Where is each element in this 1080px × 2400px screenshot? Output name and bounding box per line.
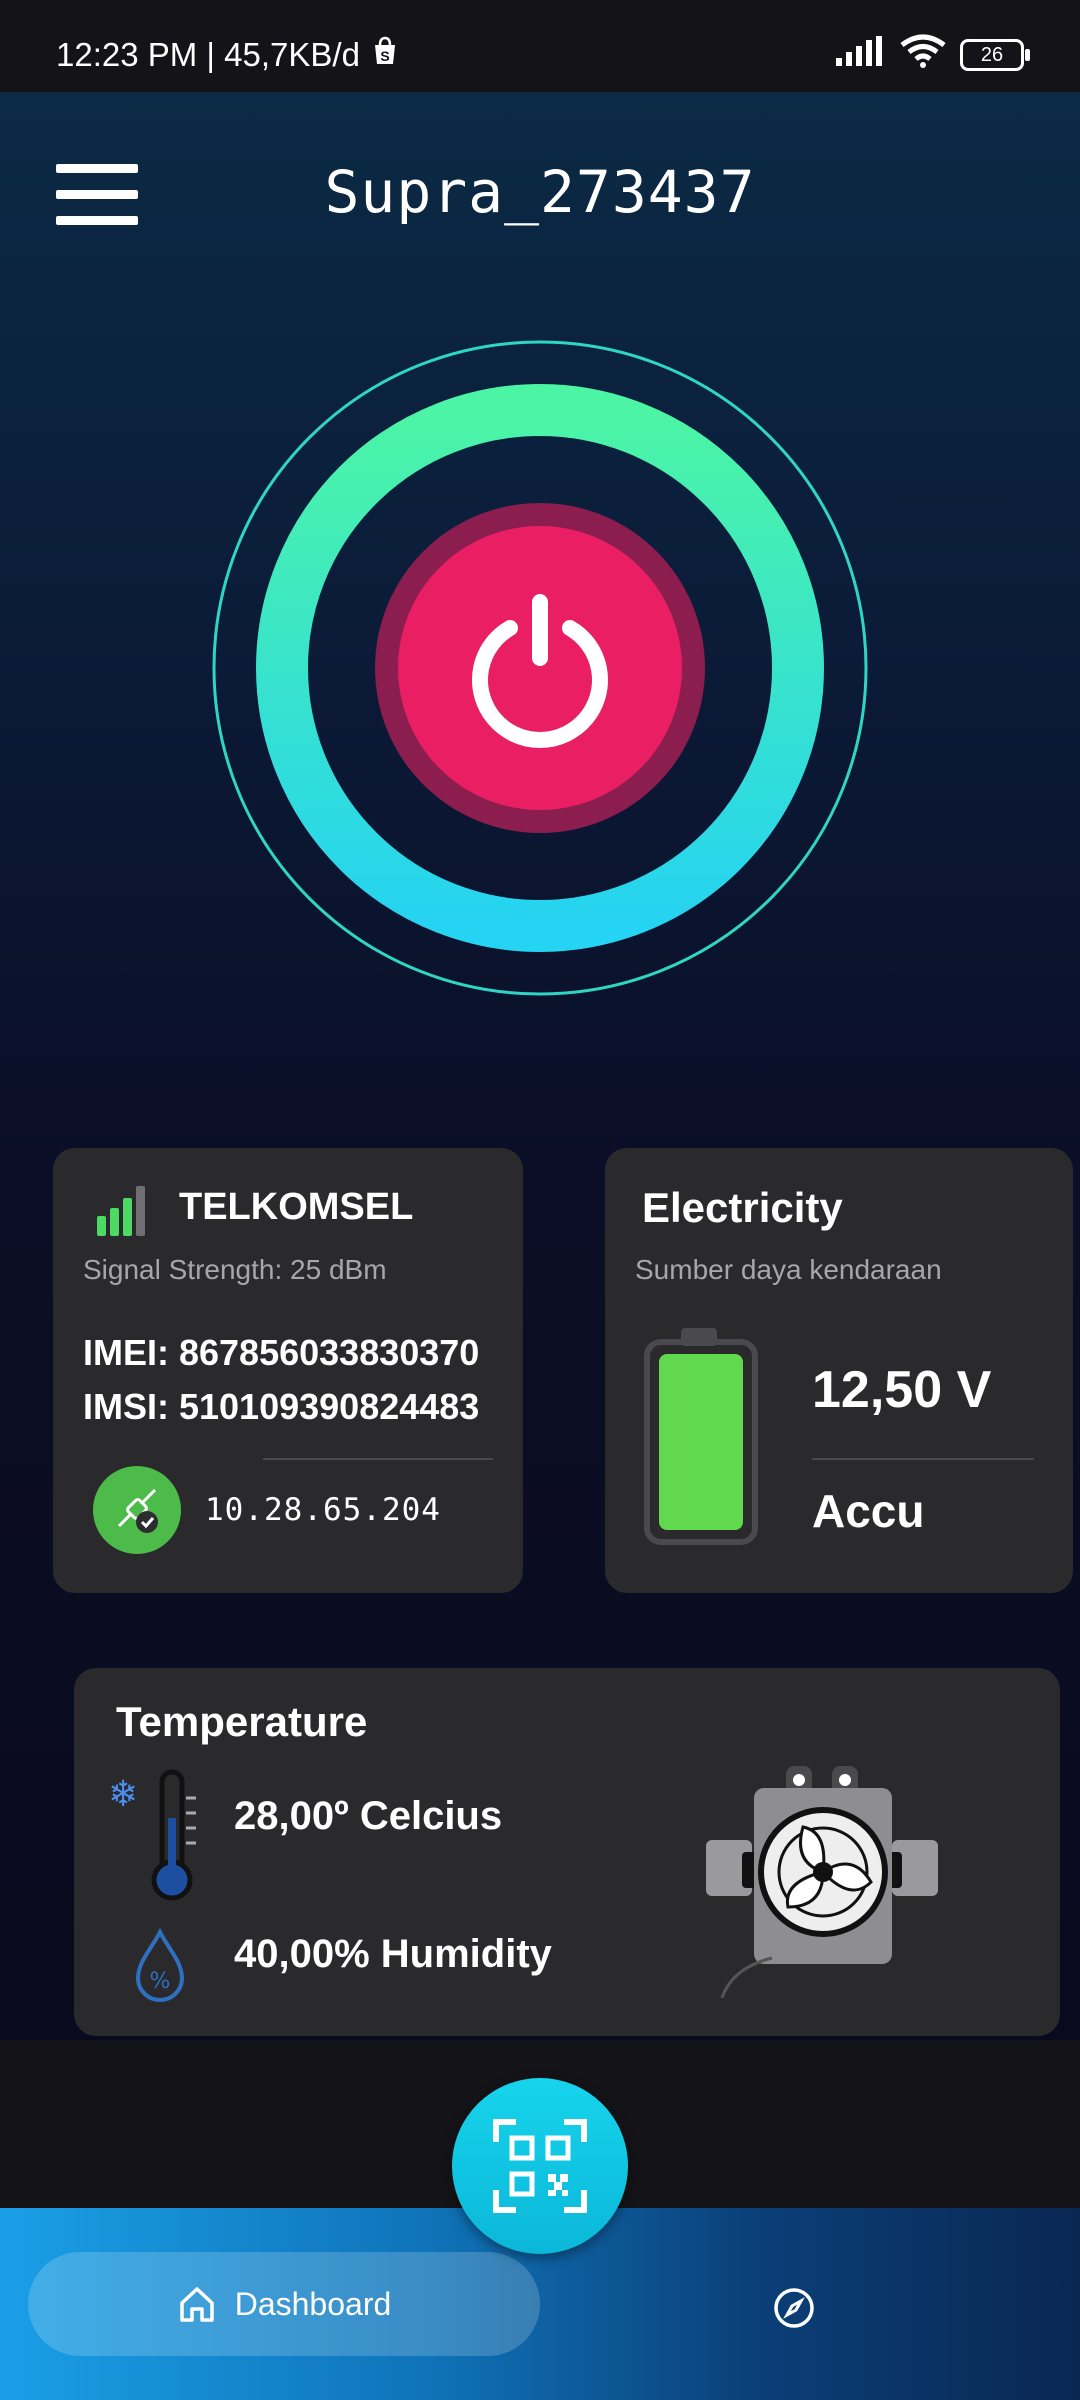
nav-dashboard-tab[interactable]: Dashboard — [28, 2252, 540, 2356]
divider — [812, 1458, 1034, 1460]
nav-dashboard-label: Dashboard — [234, 2285, 392, 2322]
qr-code-icon — [493, 2119, 587, 2213]
svg-text:S: S — [380, 48, 389, 64]
app-header: Supra_273437 — [0, 140, 1080, 250]
home-icon — [179, 2287, 214, 2322]
cellular-signal-icon — [836, 36, 886, 74]
thermometer-icon: ❄ — [104, 1768, 214, 1913]
wifi-icon — [900, 34, 946, 76]
battery-icon: 26 — [960, 39, 1030, 71]
imsi-text: IMSI: 510109390824483 — [83, 1386, 480, 1427]
temperature-card: Temperature ❄ 28,00º Celcius % 40,00% Hu… — [74, 1668, 1060, 2036]
humidity-drop-icon: % — [132, 1927, 188, 2009]
power-source: Accu — [812, 1485, 925, 1537]
temperature-value: 28,00º Celcius — [234, 1794, 503, 1838]
status-bar: 12:23 PM | 45,7KB/d S 26 — [0, 0, 1080, 92]
qr-scan-button[interactable] — [452, 2078, 628, 2254]
svg-text:❄: ❄ — [108, 1774, 138, 1815]
status-time: 12:23 PM | 45,7KB/d — [56, 36, 360, 73]
electricity-title: Electricity — [642, 1184, 843, 1231]
electricity-card: Electricity Sumber daya kendaraan 12,50 … — [605, 1148, 1073, 1593]
imei-text: IMEI: 867856033830370 — [83, 1332, 480, 1373]
battery-level: 26 — [980, 43, 1004, 66]
shopee-icon: S — [372, 36, 398, 74]
power-control — [210, 338, 870, 998]
temperature-title: Temperature — [116, 1698, 368, 1745]
svg-text:%: % — [150, 1969, 171, 1994]
compass-icon[interactable] — [772, 2286, 816, 2330]
cooling-fan-icon — [702, 1748, 982, 2003]
electricity-subtitle: Sumber daya kendaraan — [635, 1254, 942, 1285]
power-button[interactable] — [375, 503, 705, 833]
network-card: TELKOMSEL Signal Strength: 25 dBm IMEI: … — [53, 1148, 523, 1593]
connection-icon — [93, 1466, 181, 1554]
humidity-value: 40,00% Humidity — [234, 1932, 552, 1976]
signal-strength: Signal Strength: 25 dBm — [83, 1254, 387, 1285]
divider — [263, 1458, 493, 1460]
signal-bars-icon — [95, 1178, 155, 1243]
device-title: Supra_273437 — [324, 158, 756, 226]
power-icon — [472, 594, 608, 748]
battery-level-icon — [643, 1328, 763, 1553]
ip-address: 10.28.65.204 — [205, 1492, 441, 1528]
provider-name: TELKOMSEL — [179, 1186, 414, 1228]
voltage-value: 12,50 V — [812, 1361, 992, 1419]
